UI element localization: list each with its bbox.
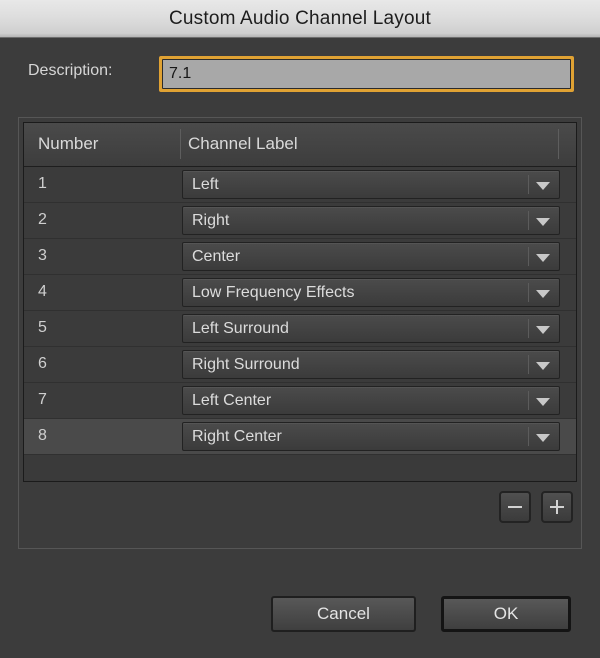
chevron-down-icon (536, 326, 550, 334)
channel-listbox[interactable]: Number Channel Label 1 Left 2 Right 3 Ce… (23, 122, 577, 482)
channel-label-value: Right (192, 212, 230, 229)
channel-label-value: Right Surround (192, 356, 300, 373)
chevron-down-icon (536, 182, 550, 190)
remove-channel-button[interactable] (499, 491, 531, 523)
channel-label-dropdown[interactable]: Center (182, 242, 560, 271)
channel-label-dropdown[interactable]: Right (182, 206, 560, 235)
channel-list-header: Number Channel Label (24, 123, 576, 167)
channel-label-dropdown[interactable]: Right Center (182, 422, 560, 451)
list-controls (499, 491, 573, 523)
channel-label-value: Center (192, 248, 241, 265)
channel-label-value: Left Center (192, 392, 272, 409)
table-row[interactable]: 7 Left Center (24, 383, 576, 419)
channel-label-dropdown[interactable]: Left Surround (182, 314, 560, 343)
add-channel-button[interactable] (541, 491, 573, 523)
row-number: 1 (38, 175, 47, 192)
description-input[interactable] (162, 59, 571, 89)
column-header-number: Number (38, 134, 99, 153)
row-number: 2 (38, 211, 47, 228)
cancel-button[interactable]: Cancel (271, 596, 416, 632)
channel-label-dropdown[interactable]: Low Frequency Effects (182, 278, 560, 307)
table-row[interactable]: 3 Center (24, 239, 576, 275)
channel-label-dropdown[interactable]: Left (182, 170, 560, 199)
description-label: Description: (28, 62, 113, 79)
table-row[interactable]: 4 Low Frequency Effects (24, 275, 576, 311)
dialog-titlebar: Custom Audio Channel Layout (0, 0, 600, 38)
dropdown-divider (528, 211, 529, 230)
chevron-down-icon (536, 434, 550, 442)
dialog-title: Custom Audio Channel Layout (168, 7, 432, 29)
row-number: 4 (38, 283, 47, 300)
dropdown-divider (528, 427, 529, 446)
table-row[interactable]: 8 Right Center (24, 419, 576, 455)
row-number: 3 (38, 247, 47, 264)
chevron-down-icon (536, 218, 550, 226)
description-field-focus-ring (159, 56, 574, 92)
row-number: 7 (38, 391, 47, 408)
table-row[interactable]: 1 Left (24, 167, 576, 203)
channel-list-panel: Number Channel Label 1 Left 2 Right 3 Ce… (18, 117, 582, 549)
row-number: 8 (38, 427, 47, 444)
ok-button[interactable]: OK (441, 596, 571, 632)
chevron-down-icon (536, 290, 550, 298)
channel-label-value: Right Center (192, 428, 282, 445)
dropdown-divider (528, 283, 529, 302)
dialog-footer: Cancel OK (0, 596, 600, 632)
table-row[interactable]: 6 Right Surround (24, 347, 576, 383)
row-number: 6 (38, 355, 47, 372)
chevron-down-icon (536, 362, 550, 370)
custom-audio-channel-layout-dialog: Custom Audio Channel Layout Description:… (0, 0, 600, 658)
plus-icon-vertical (556, 500, 558, 514)
column-header-channel-label: Channel Label (188, 134, 298, 153)
channel-rows: 1 Left 2 Right 3 Center 4 Low Frequency … (24, 167, 576, 455)
chevron-down-icon (536, 398, 550, 406)
description-row: Description: (0, 56, 600, 96)
minus-icon (508, 506, 522, 508)
channel-label-dropdown[interactable]: Left Center (182, 386, 560, 415)
chevron-down-icon (536, 254, 550, 262)
dropdown-divider (528, 319, 529, 338)
channel-label-value: Left (192, 176, 219, 193)
channel-label-value: Left Surround (192, 320, 289, 337)
table-row[interactable]: 5 Left Surround (24, 311, 576, 347)
dropdown-divider (528, 175, 529, 194)
row-number: 5 (38, 319, 47, 336)
channel-label-value: Low Frequency Effects (192, 284, 355, 301)
channel-label-dropdown[interactable]: Right Surround (182, 350, 560, 379)
dropdown-divider (528, 247, 529, 266)
table-row[interactable]: 2 Right (24, 203, 576, 239)
column-divider-1[interactable] (180, 129, 181, 159)
column-divider-2[interactable] (558, 129, 559, 159)
dropdown-divider (528, 355, 529, 374)
dropdown-divider (528, 391, 529, 410)
